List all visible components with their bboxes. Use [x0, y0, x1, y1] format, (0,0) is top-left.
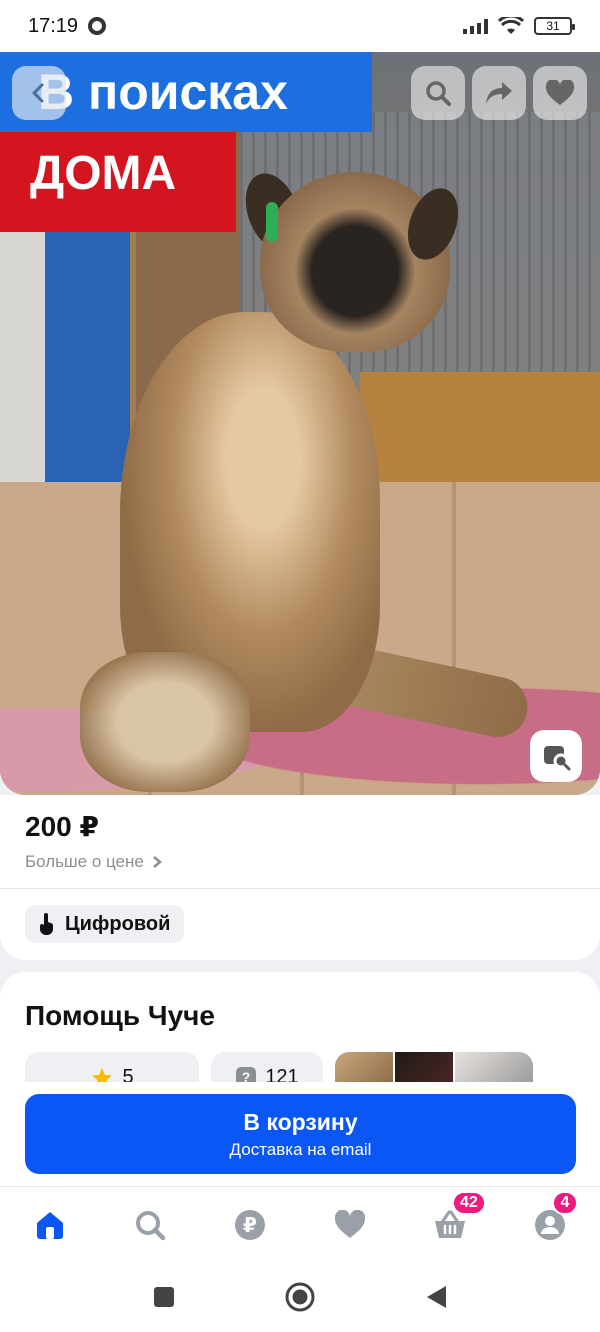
price-section: 200 ₽ Больше о цене Цифровой [0, 795, 600, 960]
review-photo[interactable] [455, 1052, 533, 1082]
heart-icon [334, 1209, 366, 1238]
search-icon [136, 1210, 166, 1240]
questions-count: 121 [265, 1066, 299, 1082]
profile-count-badge: 4 [552, 1190, 578, 1215]
tap-hand-icon [40, 913, 54, 935]
nav-home[interactable] [20, 1195, 80, 1255]
rating-chip[interactable]: 5 [25, 1052, 199, 1082]
seller-name[interactable]: Помощь Чуче [25, 1000, 215, 1032]
search-icon [426, 81, 451, 106]
back-system-icon[interactable] [424, 1284, 448, 1310]
cart-count-badge: 42 [452, 1190, 486, 1215]
product-photo[interactable]: ДОМА В поисках [0, 52, 600, 795]
bottom-nav: ₽ 42 4 [0, 1186, 600, 1262]
add-to-cart-label: В корзину [243, 1108, 358, 1135]
digital-badge-label: Цифровой [65, 912, 171, 935]
review-photo[interactable] [335, 1052, 393, 1082]
home-icon [37, 1211, 63, 1239]
price: 200 ₽ [25, 811, 99, 842]
nav-cart[interactable]: 42 [420, 1190, 486, 1255]
review-photo[interactable] [395, 1052, 453, 1082]
chevron-left-icon [32, 83, 44, 103]
image-search-button[interactable] [530, 730, 582, 782]
rating-value: 5 [122, 1066, 134, 1082]
review-photos[interactable] [335, 1052, 533, 1082]
status-indicators: 31 [463, 17, 575, 35]
digital-badge[interactable]: Цифровой [25, 905, 185, 943]
system-nav-bar [0, 1262, 600, 1332]
share-icon [486, 82, 512, 104]
recents-icon[interactable] [152, 1285, 176, 1309]
favorite-button[interactable] [533, 66, 587, 120]
location-icon [88, 17, 107, 35]
status-time: 17:19 [28, 14, 79, 37]
banner-line1: В поисках [38, 64, 288, 120]
star-icon [92, 1068, 113, 1082]
nav-favorites[interactable] [320, 1195, 380, 1255]
question-icon: ? [236, 1067, 257, 1082]
signal-icon [463, 18, 488, 34]
price-details-label: Больше о цене [25, 852, 144, 871]
chevron-right-icon [153, 856, 162, 868]
wifi-icon [498, 17, 524, 34]
delivery-note: Доставка на email [229, 1139, 372, 1159]
battery-level: 31 [546, 19, 560, 33]
status-bar: 17:19 31 [0, 0, 600, 52]
ruble-icon: ₽ [235, 1209, 265, 1240]
share-button[interactable] [472, 66, 526, 120]
price-details-link[interactable]: Больше о цене [25, 852, 162, 872]
nav-payments[interactable]: ₽ [220, 1195, 280, 1255]
home-system-icon[interactable] [284, 1281, 316, 1313]
svg-text:₽: ₽ [243, 1213, 257, 1237]
svg-text:?: ? [242, 1069, 251, 1082]
back-button[interactable] [12, 66, 66, 120]
battery-icon: 31 [534, 17, 575, 35]
questions-chip[interactable]: ? 121 [211, 1052, 323, 1082]
image-search-icon [544, 746, 571, 771]
search-button[interactable] [411, 66, 465, 120]
add-to-cart-button[interactable]: В корзину Доставка на email [25, 1094, 576, 1174]
seller-chips: 5 ? 121 [25, 1052, 533, 1082]
heart-icon [545, 80, 575, 105]
nav-search[interactable] [120, 1195, 180, 1255]
divider [0, 888, 600, 889]
banner-line2: ДОМА [30, 146, 177, 200]
nav-profile[interactable]: 4 [520, 1190, 580, 1255]
